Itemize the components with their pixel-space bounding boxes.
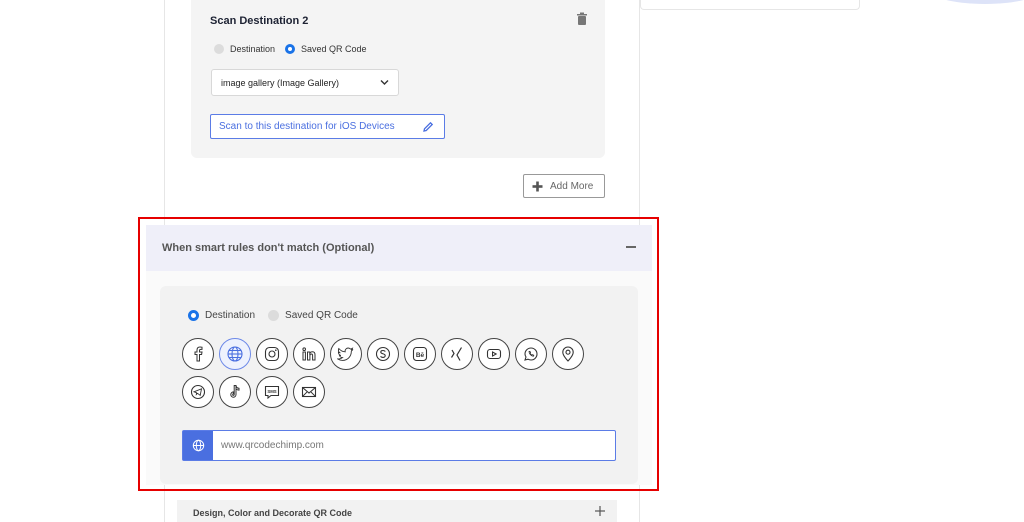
add-more-button[interactable]: Add More bbox=[523, 174, 605, 198]
design-section-header[interactable]: Design, Color and Decorate QR Code bbox=[177, 500, 617, 522]
ios-destination-button[interactable]: Scan to this destination for iOS Devices bbox=[210, 114, 445, 139]
plus-icon bbox=[532, 181, 543, 191]
scan-destination-radio-group: Destination Saved QR Code bbox=[214, 44, 377, 54]
pencil-icon bbox=[423, 121, 434, 132]
gallery-select[interactable]: image gallery (Image Gallery) bbox=[211, 69, 399, 96]
radio-saved-qr-code-label: Saved QR Code bbox=[301, 44, 367, 54]
expand-plus-icon[interactable] bbox=[595, 506, 605, 516]
trash-icon[interactable] bbox=[575, 12, 589, 26]
chevron-down-icon bbox=[380, 80, 389, 85]
design-section-title: Design, Color and Decorate QR Code bbox=[193, 508, 353, 518]
scan-destination-title: Scan Destination 2 bbox=[210, 15, 309, 27]
decorative-blob bbox=[925, 0, 1024, 4]
ios-destination-label: Scan to this destination for iOS Devices bbox=[219, 121, 395, 132]
highlight-box bbox=[138, 217, 659, 491]
radio-saved-qr-code[interactable] bbox=[285, 44, 296, 54]
gallery-select-value: image gallery (Image Gallery) bbox=[221, 77, 340, 88]
add-more-label: Add More bbox=[550, 180, 594, 192]
radio-destination-label: Destination bbox=[230, 44, 276, 54]
radio-destination[interactable] bbox=[214, 44, 224, 54]
scan-destination-card: Scan Destination 2 Destination Saved QR … bbox=[191, 0, 605, 158]
side-card bbox=[640, 0, 860, 10]
